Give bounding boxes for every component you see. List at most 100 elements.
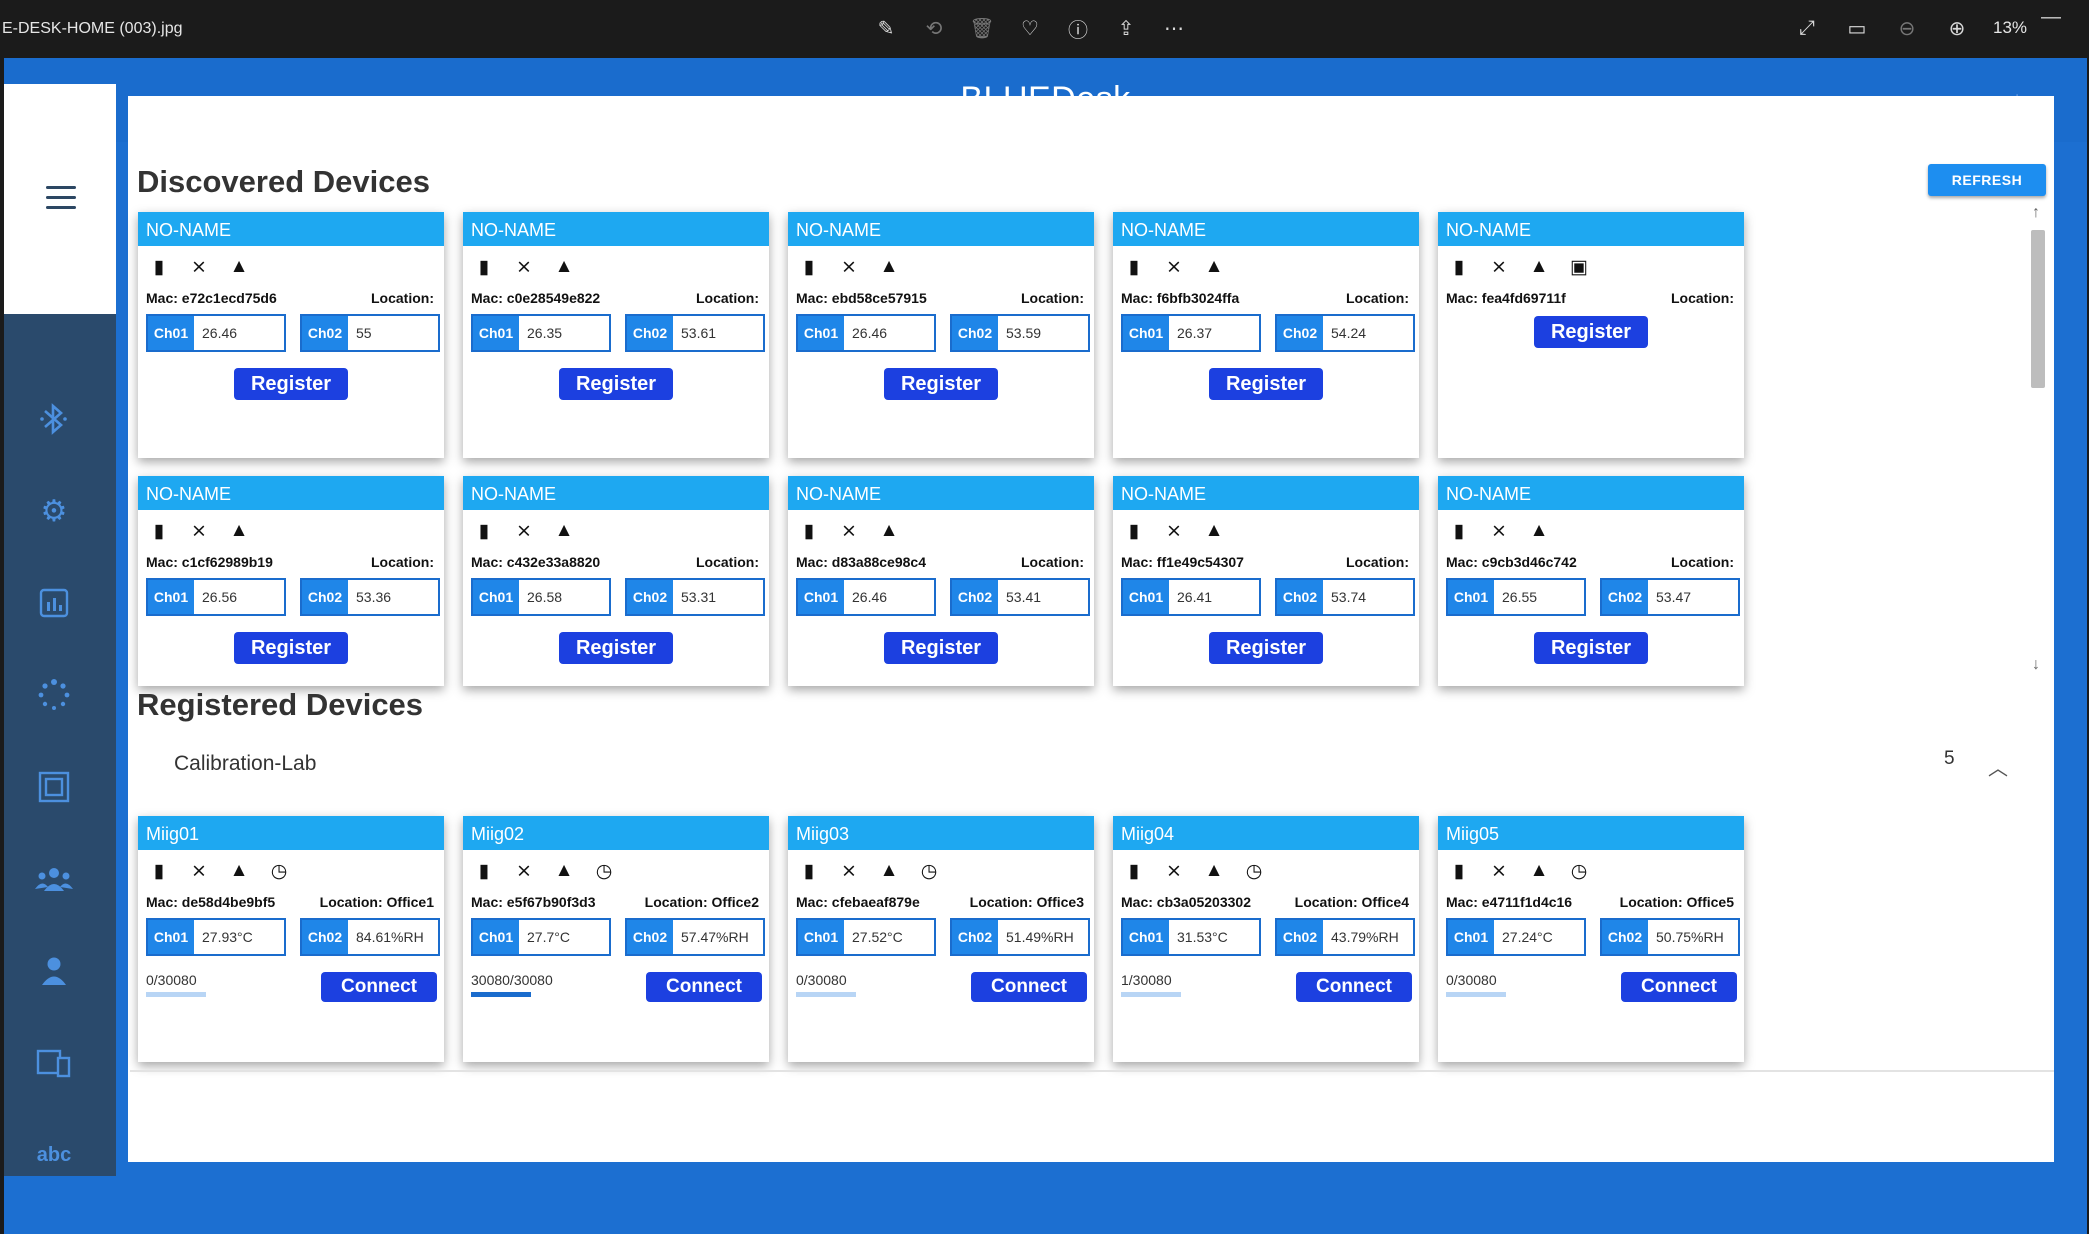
zoom-level: 13% xyxy=(1993,18,2028,37)
location-value: Location: Office5 xyxy=(1619,894,1734,910)
scroll-up-arrow-icon[interactable]: ↑ xyxy=(2032,204,2040,222)
no-signal-icon: ⨯ xyxy=(1166,256,1182,278)
register-button[interactable]: Register xyxy=(1534,632,1648,664)
discovered-device-card: NO-NAME ▮ ⨯ ▲ Mac: e72c1ecd75d6 Location: Ch01… xyxy=(138,212,444,458)
hamburger-menu-icon[interactable] xyxy=(46,186,76,216)
device-name: Miig01 xyxy=(138,816,444,850)
register-button[interactable]: Register xyxy=(1209,632,1323,664)
devices-icon[interactable] xyxy=(31,1040,77,1086)
frame-icon[interactable] xyxy=(31,764,77,810)
register-button[interactable]: Register xyxy=(559,368,673,400)
channel-1-value: 27.52°C xyxy=(852,929,903,945)
info-icon[interactable]: ⓘ xyxy=(1064,14,1092,42)
scroll-down-arrow-icon[interactable]: ↓ xyxy=(2032,656,2040,674)
register-button[interactable]: Register xyxy=(559,632,673,664)
zoom-in-icon[interactable]: ⊕ xyxy=(1943,14,1971,42)
channel-2-value: 53.61 xyxy=(681,325,717,341)
status-icon-row: ▮ ⨯ ▲ xyxy=(1123,256,1225,278)
status-icon-row: ▮ ⨯ ▲ ◷ xyxy=(798,860,940,882)
minimize-icon[interactable]: — xyxy=(2041,6,2061,29)
status-icon-row: ▮ ⨯ ▲ ◷ xyxy=(148,860,290,882)
status-icon-row: ▮ ⨯ ▲ xyxy=(148,520,250,542)
channel-2-field: Ch02 57.47%RH xyxy=(625,918,765,956)
location-label: Location: xyxy=(1671,290,1734,306)
connect-button[interactable]: Connect xyxy=(321,972,437,1002)
registered-device-card: Miig02 ▮ ⨯ ▲ ◷ Mac: e5f67b90f3d3 Location: Off… xyxy=(463,816,769,1062)
device-name: NO-NAME xyxy=(463,476,769,510)
discovered-device-card: NO-NAME ▮ ⨯ ▲ Mac: c9cb3d46c742 Location: Ch01… xyxy=(1438,476,1744,686)
channel-2-label: Ch02 xyxy=(627,580,673,614)
channel-1-value: 26.55 xyxy=(1502,589,1538,605)
register-button[interactable]: Register xyxy=(1534,316,1648,348)
rotate-icon[interactable]: ⟲ xyxy=(920,14,948,42)
refresh-button[interactable]: REFRESH xyxy=(1928,164,2046,196)
registered-device-card: Miig01 ▮ ⨯ ▲ ◷ Mac: de58d4be9bf5 Location: Off… xyxy=(138,816,444,1062)
settings-icon[interactable]: ⚙ xyxy=(31,488,77,534)
fullscreen-icon[interactable]: ⤢ xyxy=(1793,14,1821,42)
status-icon-row: ▮ ⨯ ▲ xyxy=(1123,520,1225,542)
alarm-icon: ▲ xyxy=(1529,256,1549,277)
battery-icon: ▮ xyxy=(803,256,815,278)
channel-1-label: Ch01 xyxy=(1123,580,1169,614)
channel-2-value: 55 xyxy=(356,325,372,341)
edit-icon[interactable]: ✎ xyxy=(872,14,900,42)
more-icon[interactable]: ⋯ xyxy=(1160,14,1188,42)
abc-icon[interactable]: abc xyxy=(31,1132,77,1178)
connect-button[interactable]: Connect xyxy=(971,972,1087,1002)
users-icon[interactable] xyxy=(31,856,77,902)
connect-button[interactable]: Connect xyxy=(646,972,762,1002)
channel-2-field: Ch02 53.61 xyxy=(625,314,765,352)
discovered-device-card: NO-NAME ▮ ⨯ ▲ Mac: c432e33a8820 Location: Ch01… xyxy=(463,476,769,686)
channel-1-field: Ch01 26.35 xyxy=(471,314,611,352)
channel-1-label: Ch01 xyxy=(148,920,194,954)
device-name: NO-NAME xyxy=(1438,476,1744,510)
scroll-thumb[interactable] xyxy=(2031,230,2045,388)
viewer-filename: E-DESK-HOME (003).jpg xyxy=(2,20,183,37)
slideshow-icon[interactable]: ▭ xyxy=(1843,14,1871,42)
device-name: Miig02 xyxy=(463,816,769,850)
alarm-icon: ▲ xyxy=(554,860,574,881)
connect-button[interactable]: Connect xyxy=(1296,972,1412,1002)
delete-icon[interactable]: 🗑 xyxy=(968,14,996,42)
registered-devices-title: Registered Devices xyxy=(137,687,424,722)
register-button[interactable]: Register xyxy=(884,368,998,400)
spinner-icon[interactable] xyxy=(31,672,77,718)
channel-2-value: 53.47 xyxy=(1656,589,1692,605)
register-button[interactable]: Register xyxy=(1209,368,1323,400)
discovered-device-card: NO-NAME ▮ ⨯ ▲ ▣ Mac: fea4fd69711f Location: Reg… xyxy=(1438,212,1744,458)
battery-icon: ▮ xyxy=(153,860,165,882)
register-button[interactable]: Register xyxy=(884,632,998,664)
mac-address: Mac: c432e33a8820 xyxy=(471,554,601,570)
connect-button[interactable]: Connect xyxy=(1621,972,1737,1002)
location-label: Location: xyxy=(1021,290,1084,306)
location-label: Location: xyxy=(696,554,759,570)
bluetooth-icon[interactable] xyxy=(31,396,77,442)
user-icon[interactable] xyxy=(31,948,77,994)
clock-icon: ◷ xyxy=(920,860,938,882)
channel-2-label: Ch02 xyxy=(627,920,673,954)
heart-icon[interactable]: ♡ xyxy=(1016,14,1044,42)
channel-1-field: Ch01 27.52°C xyxy=(796,918,936,956)
chart-icon[interactable] xyxy=(31,580,77,626)
channel-2-field: Ch02 53.47 xyxy=(1600,578,1740,616)
channel-2-label: Ch02 xyxy=(302,920,348,954)
channel-2-value: 53.59 xyxy=(1006,325,1042,341)
register-button[interactable]: Register xyxy=(234,368,348,400)
channel-2-field: Ch02 53.41 xyxy=(950,578,1090,616)
alarm-icon: ▲ xyxy=(554,256,574,277)
share-icon[interactable]: ⇪ xyxy=(1112,14,1140,42)
register-button[interactable]: Register xyxy=(234,632,348,664)
channel-2-value: 53.41 xyxy=(1006,589,1042,605)
location-label: Location: xyxy=(696,290,759,306)
discovered-device-card: NO-NAME ▮ ⨯ ▲ Mac: c1cf62989b19 Location: Ch01… xyxy=(138,476,444,686)
channel-1-field: Ch01 26.58 xyxy=(471,578,611,616)
sync-progress-bar xyxy=(146,992,206,997)
chevron-up-icon[interactable]: ︿ xyxy=(1988,752,2010,780)
discovered-devices-title: Discovered Devices xyxy=(137,164,430,199)
discovered-scrollbar[interactable]: ↑ ↓ xyxy=(2026,204,2052,688)
discovered-device-card: NO-NAME ▮ ⨯ ▲ Mac: d83a88ce98c4 Location: Ch01… xyxy=(788,476,1094,686)
log-icon: ▣ xyxy=(1570,256,1588,278)
zoom-out-icon[interactable]: ⊖ xyxy=(1893,14,1921,42)
channel-2-field: Ch02 50.75%RH xyxy=(1600,918,1740,956)
registered-device-card: Miig03 ▮ ⨯ ▲ ◷ Mac: cfebaeaf879e Location: Off… xyxy=(788,816,1094,1062)
